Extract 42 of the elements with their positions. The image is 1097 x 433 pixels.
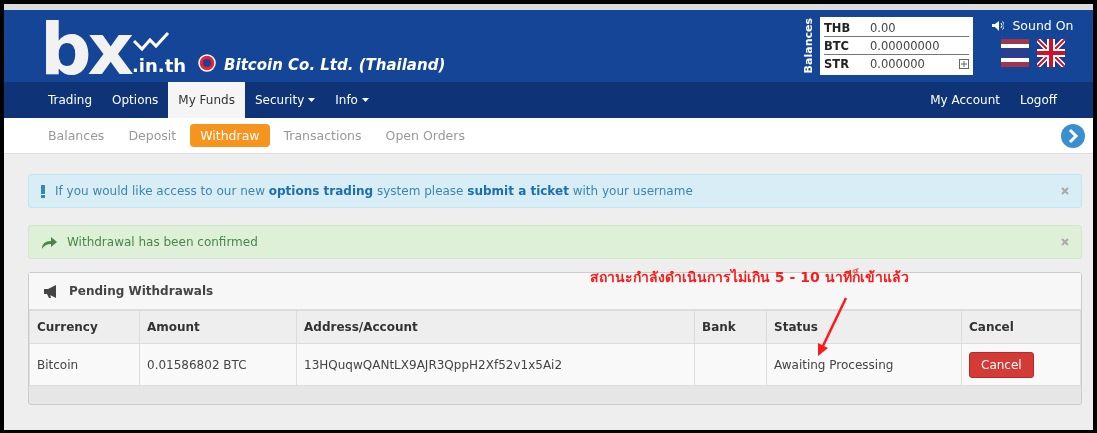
annotation-text: สถานะกำลังดำเนินการไม่เกิน 5 - 10 นาทีก็เข้าแล้ว [590,267,909,287]
nav-link[interactable]: My Account [920,82,1010,118]
panel-title: Pending Withdrawals [69,284,214,298]
nav-tab[interactable]: Security [244,82,326,118]
column-header: Amount [139,310,297,344]
balances-label: Balances [801,18,814,74]
currency-code: THB [824,20,852,35]
column-header: Status [766,310,962,344]
exclamation-icon [41,184,45,198]
alert-message: If you would like access to our new options trading system please submit a ticket with your username [55,184,694,198]
alert-message: Withdrawal has been confirmed [67,235,259,249]
annotation-arrow [816,296,848,358]
balance-amount: 0.000000 [870,57,926,71]
table-cell: 13HQuqwQANtLX9AJR3QppH2Xf52v1x5Ai2 [296,343,695,386]
column-header: Bank [694,310,767,344]
cancel-button[interactable]: Cancel [969,351,1034,378]
logo-mark: bx [40,18,130,80]
nav-tab[interactable]: Options [102,82,169,118]
column-header: Address/Account [296,310,695,344]
logo-domain: .in.th [132,55,187,76]
nav-tab[interactable]: My Funds [168,82,245,118]
column-header: Currency [29,310,140,344]
company-name: Bitcoin Co. Ltd. (Thailand) [224,56,446,74]
megaphone-icon [43,284,59,298]
currency-code: STR [824,57,850,71]
currency-code: BTC [824,38,851,53]
table-cell: Awaiting Processing [766,343,962,386]
coin-icon [198,54,217,72]
nav-tab[interactable]: Info [325,82,379,118]
uk-flag-icon[interactable] [1037,39,1065,67]
table-cell: Bitcoin [29,343,140,386]
nav-tab[interactable]: Trading [38,82,103,118]
share-arrow-icon [41,235,57,249]
thai-flag-icon[interactable] [1001,39,1029,67]
nav-link[interactable]: Logoff [1009,82,1067,118]
plus-icon[interactable] [959,59,969,69]
column-header: Cancel [961,310,1081,344]
table-cell: 0.01586802 BTC [139,343,297,386]
balance-amount: 0.00 [870,20,897,35]
speaker-icon[interactable] [992,20,1005,31]
balance-amount: 0.00000000 [870,38,941,53]
sound-toggle[interactable]: Sound On [1012,18,1074,33]
